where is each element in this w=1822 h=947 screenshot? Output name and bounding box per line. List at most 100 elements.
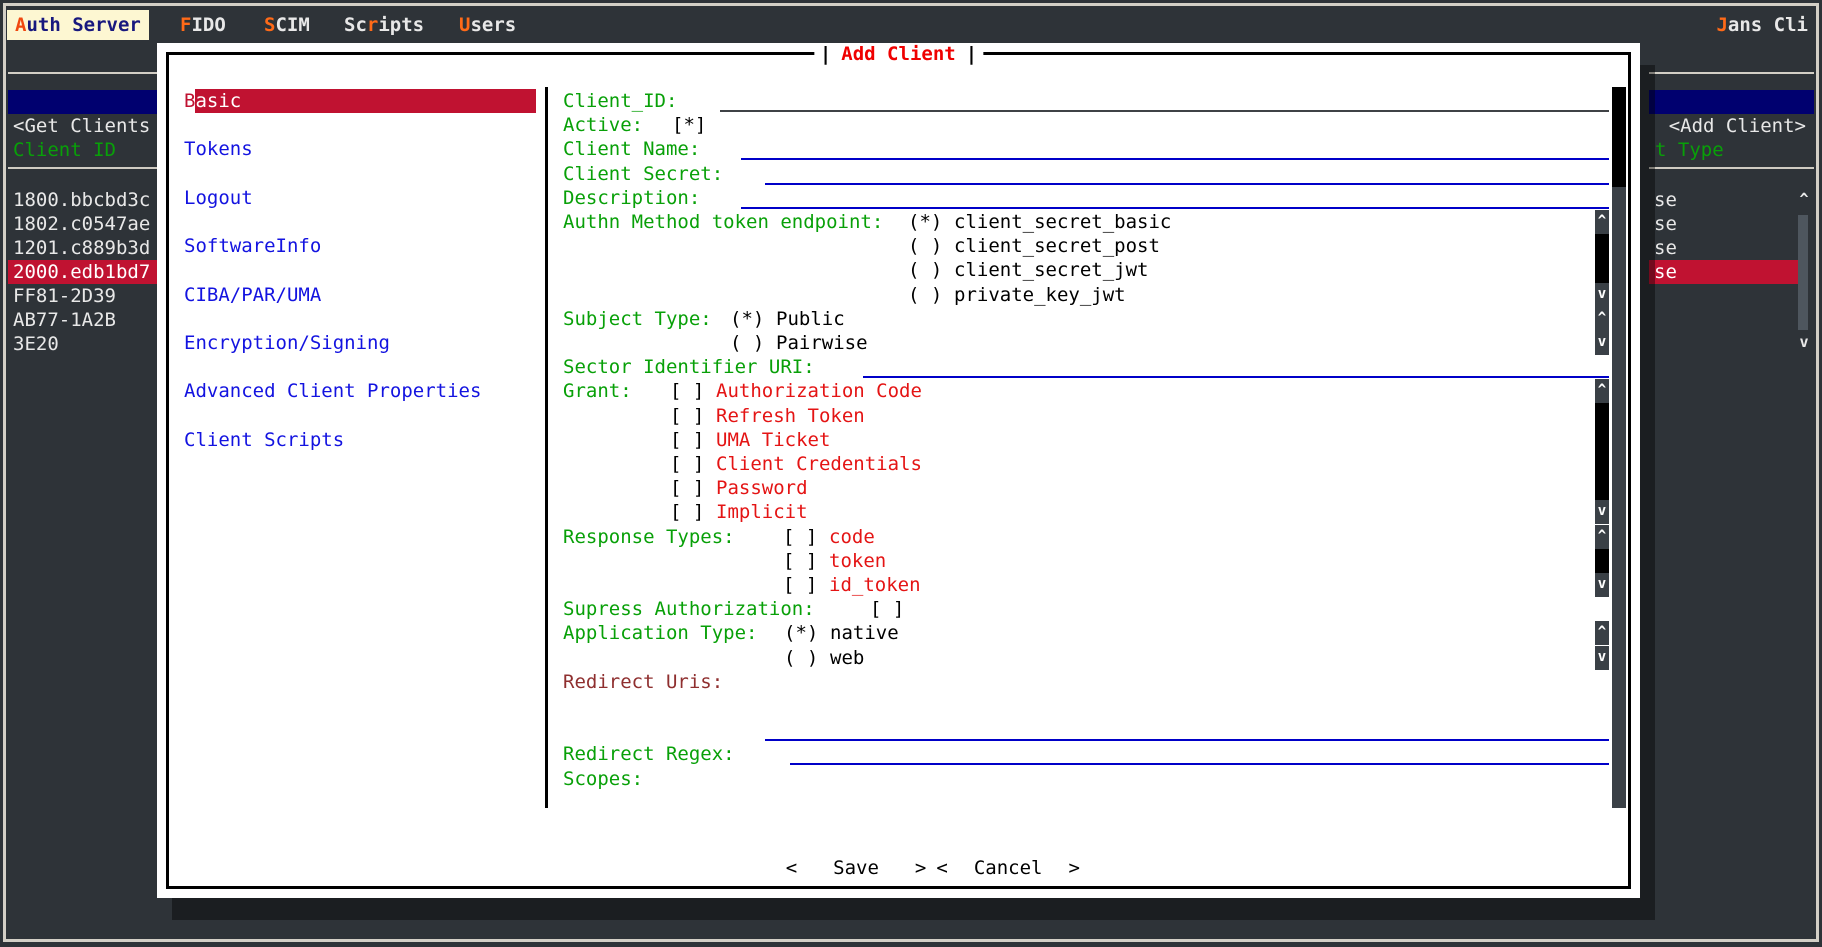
supress-authorization-checkbox[interactable]: [ ] [870,597,904,621]
checkbox-code-label[interactable]: code [829,525,875,549]
checkbox-password[interactable]: [ ] [670,476,704,500]
scrollbar-thumb[interactable] [1595,549,1609,573]
checkbox-refresh-token-label[interactable]: Refresh Token [716,404,865,428]
radio-client-secret-post[interactable]: ( ) [908,234,942,258]
sidebar-item-ciba-par-uma[interactable]: CIBA/PAR/UMA [184,283,321,307]
radio-web[interactable]: ( ) [784,646,818,670]
radio-pairwise-label[interactable]: Pairwise [776,331,868,355]
add-client-button[interactable]: <Add Client> [1669,114,1806,138]
checkbox-authorization-code-label[interactable]: Authorization Code [716,379,922,403]
scroll-down-icon[interactable]: v [1595,573,1609,597]
save-button[interactable]: <Save> [786,857,927,879]
scroll-up-icon[interactable]: ^ [1796,187,1812,211]
client-row[interactable]: se [1649,236,1796,260]
checkbox-code[interactable]: [ ] [783,525,817,549]
response-types-row: [ ] token [157,549,1640,573]
sidebar-item-advanced-client-properties[interactable]: Advanced Client Properties [184,379,481,403]
radio-web-label[interactable]: web [830,646,864,670]
radio-pairwise[interactable]: ( ) [730,331,764,355]
checkbox-implicit-label[interactable]: Implicit [716,500,808,524]
checkbox-uma-ticket[interactable]: [ ] [670,428,704,452]
scroll-down-icon[interactable]: v [1796,330,1812,354]
client-row[interactable]: 1802.c0547ae [8,212,157,236]
checkbox-id-token-label[interactable]: id_token [829,573,921,597]
grant-scrollbar[interactable]: ^ v [1595,379,1609,524]
menu-scim[interactable]: SCIM [264,10,310,40]
menu-scripts[interactable]: Scripts [344,10,424,40]
radio-client-secret-jwt-label[interactable]: client_secret_jwt [954,258,1148,282]
radio-native-label[interactable]: native [830,621,899,645]
radio-native[interactable]: (*) [784,621,818,645]
sidebar-item-tokens[interactable]: Tokens [184,137,253,161]
sidebar-item-softwareinfo[interactable]: SoftwareInfo [184,234,321,258]
subject-type-scrollbar[interactable]: ^ v [1595,307,1609,355]
checkbox-token-label[interactable]: token [829,549,886,573]
redirect-uris-input[interactable] [765,739,1609,741]
active-checkbox[interactable]: [*] [672,113,706,137]
scroll-up-icon[interactable]: ^ [1595,525,1609,549]
radio-client-secret-post-label[interactable]: client_secret_post [954,234,1160,258]
radio-client-secret-basic[interactable]: (*) [908,210,942,234]
sidebar-item-encryption-signing[interactable]: Encryption/Signing [184,331,390,355]
description-input[interactable] [741,207,1609,209]
scroll-down-icon[interactable]: v [1595,331,1609,355]
sector-identifier-uri-input[interactable] [863,376,1609,378]
sidebar-item-client-scripts[interactable]: Client Scripts [184,428,344,452]
client-row[interactable]: 1800.bbcbd3c [8,188,157,212]
client-row[interactable]: se [1649,212,1796,236]
checkbox-refresh-token[interactable]: [ ] [670,404,704,428]
menu-auth-server[interactable]: Auth Server [7,10,149,40]
scroll-up-icon[interactable]: ^ [1595,307,1609,331]
client-row[interactable]: se [1649,188,1796,212]
scrollbar-thumb[interactable] [1798,215,1808,330]
get-clients-button[interactable]: <Get Clients [13,114,150,138]
checkbox-uma-ticket-label[interactable]: UMA Ticket [716,428,830,452]
application-type-row: ( ) web [157,646,1640,670]
sidebar-item-logout[interactable]: Logout [184,186,253,210]
menu-fido[interactable]: FIDO [180,10,226,40]
checkbox-id-token[interactable]: [ ] [783,573,817,597]
grant-row: [ ] UMA Ticket [157,428,1640,452]
sidebar-item-basic[interactable]: Basic [184,89,241,113]
scroll-up-icon[interactable]: ^ [1595,210,1609,234]
menu-users[interactable]: Users [459,10,516,40]
application-type-scrollbar[interactable]: ^ v [1595,621,1609,670]
radio-client-secret-basic-label[interactable]: client_secret_basic [954,210,1171,234]
client-row-selected[interactable]: 2000.edb1bd7 [8,260,157,284]
scroll-down-icon[interactable]: v [1595,646,1609,670]
checkbox-authorization-code[interactable]: [ ] [670,379,704,403]
radio-client-secret-jwt[interactable]: ( ) [908,258,942,282]
client-row[interactable]: 3E20 [8,332,157,356]
client-id-input[interactable] [720,110,1609,112]
scrollbar-thumb[interactable] [1595,234,1609,283]
authn-method-scrollbar[interactable]: ^ v [1595,210,1609,307]
radio-public[interactable]: (*) [730,307,764,331]
redirect-regex-input[interactable] [790,763,1609,765]
radio-public-label[interactable]: Public [776,307,845,331]
scrollbar-thumb[interactable] [1612,87,1626,187]
supress-authorization-label: Supress Authorization: [563,597,815,621]
checkbox-implicit[interactable]: [ ] [670,500,704,524]
client-name-input[interactable] [741,158,1609,160]
menu-label: CIM [275,14,309,36]
cancel-button[interactable]: <Cancel> [936,857,1080,879]
scroll-up-icon[interactable]: ^ [1595,621,1609,645]
form-scrollbar[interactable] [1612,87,1626,808]
client-secret-input[interactable] [765,183,1609,185]
checkbox-client-credentials-label[interactable]: Client Credentials [716,452,922,476]
client-row[interactable]: AB77-1A2B [8,308,157,332]
client-row[interactable]: FF81-2D39 [8,284,157,308]
radio-private-key-jwt[interactable]: ( ) [908,283,942,307]
radio-private-key-jwt-label[interactable]: private_key_jwt [954,283,1126,307]
client-row[interactable]: 1201.c889b3d [8,236,157,260]
scroll-down-icon[interactable]: v [1595,283,1609,307]
scroll-down-icon[interactable]: v [1595,500,1609,524]
scrollbar-thumb[interactable] [1595,403,1609,500]
checkbox-client-credentials[interactable]: [ ] [670,452,704,476]
scroll-up-icon[interactable]: ^ [1595,379,1609,403]
checkbox-password-label[interactable]: Password [716,476,808,500]
client-row-selected[interactable]: se [1649,260,1799,284]
checkbox-token[interactable]: [ ] [783,549,817,573]
response-types-row: Response Types:[ ]code [157,525,1640,549]
response-types-scrollbar[interactable]: ^ v [1595,525,1609,597]
